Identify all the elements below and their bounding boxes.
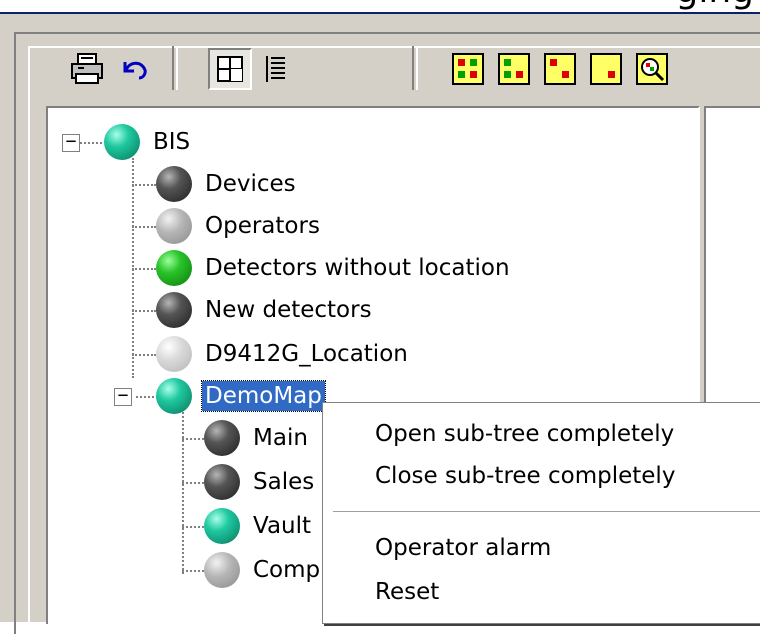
tree-node-label: Comp xyxy=(253,557,321,583)
status-ball-icon xyxy=(156,292,192,328)
menu-item-close-subtree[interactable]: Close sub-tree completely xyxy=(375,463,675,489)
all-states-icon[interactable] xyxy=(446,48,490,90)
collapse-toggle-icon[interactable]: − xyxy=(62,133,80,152)
tree-connector xyxy=(132,184,156,186)
tree-connector xyxy=(132,310,156,312)
context-menu: Open sub-tree completely Close sub-tree … xyxy=(322,402,760,624)
tree-view-icon[interactable] xyxy=(208,48,252,90)
state-filter-1-icon[interactable] xyxy=(492,48,536,90)
toolbar xyxy=(46,40,760,106)
status-ball-icon xyxy=(156,250,192,286)
zoom-icon[interactable] xyxy=(630,48,674,90)
tree-connector xyxy=(182,570,204,572)
tree-node-bis[interactable]: BIS xyxy=(104,122,193,162)
tree-node-label: DemoMap xyxy=(201,380,326,412)
tree-node-label: Operators xyxy=(205,213,320,239)
tree-node-operators[interactable]: Operators xyxy=(156,206,323,246)
tree-connector xyxy=(132,268,156,270)
tree-connector xyxy=(182,526,204,528)
tree-node-label: Vault xyxy=(253,513,312,539)
status-ball-icon xyxy=(156,378,192,414)
state-filter-3-icon[interactable] xyxy=(584,48,628,90)
tree-node-demomap[interactable]: DemoMap xyxy=(156,376,326,416)
tree-connector xyxy=(132,226,156,228)
tree-node-detectors-without-location[interactable]: Detectors without location xyxy=(156,248,513,288)
tree-node-d9412g-location[interactable]: D9412G_Location xyxy=(156,334,411,374)
tree-node-comp[interactable]: Comp xyxy=(204,550,323,590)
status-ball-icon xyxy=(156,166,192,202)
tree-connector xyxy=(136,396,158,398)
tree-node-main[interactable]: Main xyxy=(204,418,311,458)
status-ball-icon xyxy=(104,124,140,160)
window-title-bar: ging xyxy=(0,0,760,15)
list-view-icon[interactable] xyxy=(254,48,298,90)
undo-icon[interactable] xyxy=(112,48,156,90)
menu-item-reset[interactable]: Reset xyxy=(375,579,439,605)
tree-node-label: New detectors xyxy=(205,297,372,323)
tree-node-label: Main xyxy=(253,425,308,451)
toolbar-separator xyxy=(172,46,178,90)
menu-item-open-subtree[interactable]: Open sub-tree completely xyxy=(375,421,674,447)
tree-node-sales[interactable]: Sales xyxy=(204,462,317,502)
collapse-toggle-icon[interactable]: − xyxy=(114,387,132,406)
tree-node-label: Devices xyxy=(205,171,296,197)
status-ball-icon xyxy=(204,464,240,500)
status-ball-icon xyxy=(204,552,240,588)
status-ball-icon xyxy=(204,508,240,544)
tree-connector xyxy=(182,482,204,484)
tree-connector xyxy=(182,438,204,440)
tree-node-label: Sales xyxy=(253,469,315,495)
toolbar-separator xyxy=(412,46,418,90)
tree-node-devices[interactable]: Devices xyxy=(156,164,299,204)
tree-connector xyxy=(182,412,184,574)
state-filter-2-icon[interactable] xyxy=(538,48,582,90)
tree-node-label: D9412G_Location xyxy=(205,341,408,367)
tree-node-label: Detectors without location xyxy=(205,255,510,281)
tree-connector xyxy=(132,354,156,356)
status-ball-icon xyxy=(156,336,192,372)
printer-icon[interactable] xyxy=(66,48,110,90)
tree-node-vault[interactable]: Vault xyxy=(204,506,314,546)
window-title: ging xyxy=(675,0,754,11)
menu-separator xyxy=(333,511,760,513)
status-ball-icon xyxy=(156,208,192,244)
tree-node-new-detectors[interactable]: New detectors xyxy=(156,290,375,330)
tree-node-label: BIS xyxy=(153,129,191,155)
status-ball-icon xyxy=(204,420,240,456)
menu-item-operator-alarm[interactable]: Operator alarm xyxy=(375,535,551,561)
